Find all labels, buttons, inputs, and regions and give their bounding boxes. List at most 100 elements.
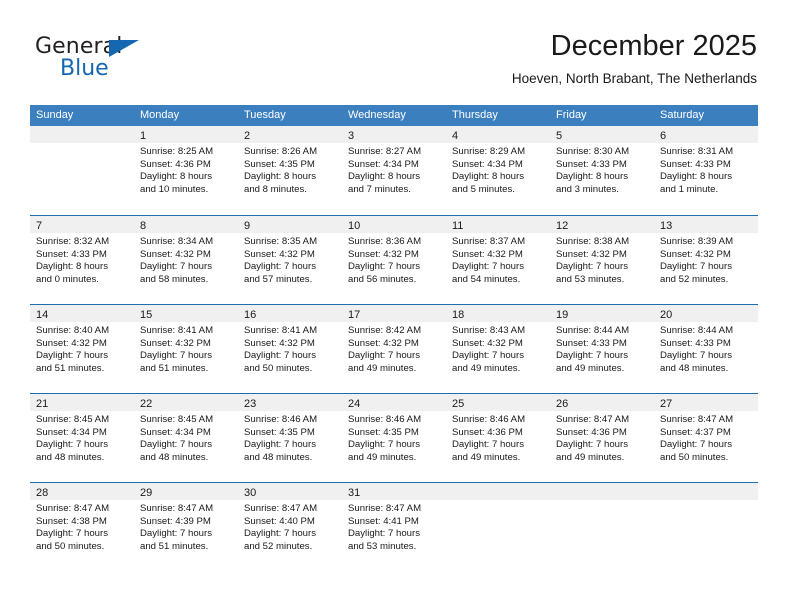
day-detail-line: Daylight: 8 hours <box>348 171 420 183</box>
weekday-header-friday: Friday <box>556 109 587 121</box>
day-detail-line: Daylight: 7 hours <box>244 350 316 362</box>
calendar-day-cell[interactable]: 25 Sunrise: 8:46 AM Sunset: 4:36 PM Dayligh… <box>446 394 550 482</box>
calendar-day-cell[interactable]: 3 Sunrise: 8:27 AM Sunset: 4:34 PM Daylight… <box>342 126 446 215</box>
calendar-day-cell[interactable]: 11 Sunrise: 8:37 AM Sunset: 4:32 PM Dayligh… <box>446 216 550 304</box>
day-detail-line: Sunrise: 8:36 AM <box>348 236 422 247</box>
calendar-weeks: 1 Sunrise: 8:25 AM Sunset: 4:36 PM Daylight… <box>30 126 758 571</box>
day-detail-line: Daylight: 7 hours <box>244 261 316 273</box>
day-details: Sunrise: 8:47 AM Sunset: 4:36 PM Daylight:… <box>550 411 654 464</box>
day-details: Sunrise: 8:46 AM Sunset: 4:36 PM Daylight:… <box>446 411 550 464</box>
day-detail-line: and 48 minutes. <box>36 451 105 463</box>
day-details: Sunrise: 8:30 AM Sunset: 4:33 PM Daylight:… <box>550 143 654 196</box>
calendar-week-row: 1 Sunrise: 8:25 AM Sunset: 4:36 PM Daylight… <box>30 126 758 215</box>
day-detail-line: and 51 minutes. <box>140 362 209 374</box>
calendar-day-cell[interactable]: 20 Sunrise: 8:44 AM Sunset: 4:33 PM Dayligh… <box>654 305 758 393</box>
calendar-week-row: 7 Sunrise: 8:32 AM Sunset: 4:33 PM Daylight… <box>30 215 758 304</box>
day-details: Sunrise: 8:41 AM Sunset: 4:32 PM Daylight:… <box>238 322 342 375</box>
calendar-day-cell[interactable]: 12 Sunrise: 8:38 AM Sunset: 4:32 PM Dayligh… <box>550 216 654 304</box>
day-number-band: 9 <box>238 216 342 233</box>
day-number-band: 20 <box>654 305 758 322</box>
calendar-day-cell[interactable]: 6 Sunrise: 8:31 AM Sunset: 4:33 PM Daylight… <box>654 126 758 215</box>
calendar-day-cell[interactable]: 24 Sunrise: 8:46 AM Sunset: 4:35 PM Dayligh… <box>342 394 446 482</box>
page-subtitle: Hoeven, North Brabant, The Netherlands <box>511 71 757 86</box>
calendar-day-cell[interactable]: 29 Sunrise: 8:47 AM Sunset: 4:39 PM Dayligh… <box>134 483 238 571</box>
day-detail-line: and 52 minutes. <box>660 273 729 285</box>
day-detail-line: and 58 minutes. <box>140 273 209 285</box>
day-detail-line: Daylight: 7 hours <box>36 528 108 540</box>
calendar-day-cell[interactable]: 31 Sunrise: 8:47 AM Sunset: 4:41 PM Dayligh… <box>342 483 446 571</box>
calendar-day-cell[interactable]: 13 Sunrise: 8:39 AM Sunset: 4:32 PM Dayligh… <box>654 216 758 304</box>
day-detail-line: and 49 minutes. <box>348 362 417 374</box>
calendar-day-cell[interactable]: 27 Sunrise: 8:47 AM Sunset: 4:37 PM Dayligh… <box>654 394 758 482</box>
day-detail-line: Sunrise: 8:47 AM <box>244 503 318 514</box>
day-detail-line: Daylight: 7 hours <box>36 439 108 451</box>
day-detail-line: Sunset: 4:33 PM <box>660 337 731 349</box>
day-detail-line: Daylight: 7 hours <box>348 439 420 451</box>
day-detail-line: and 0 minutes. <box>36 273 99 285</box>
calendar-day-cell[interactable]: 4 Sunrise: 8:29 AM Sunset: 4:34 PM Daylight… <box>446 126 550 215</box>
weekday-header-saturday: Saturday <box>660 109 705 121</box>
day-number-band <box>654 483 758 500</box>
day-details: Sunrise: 8:42 AM Sunset: 4:32 PM Daylight:… <box>342 322 446 375</box>
day-detail-line: Sunset: 4:39 PM <box>140 515 211 527</box>
calendar-day-cell[interactable]: 21 Sunrise: 8:45 AM Sunset: 4:34 PM Dayligh… <box>30 394 134 482</box>
calendar-day-cell[interactable]: 18 Sunrise: 8:43 AM Sunset: 4:32 PM Dayligh… <box>446 305 550 393</box>
calendar-day-cell[interactable]: 15 Sunrise: 8:41 AM Sunset: 4:32 PM Dayligh… <box>134 305 238 393</box>
calendar-day-cell[interactable]: 28 Sunrise: 8:47 AM Sunset: 4:38 PM Dayligh… <box>30 483 134 571</box>
day-detail-line: Daylight: 7 hours <box>140 261 212 273</box>
day-details: Sunrise: 8:36 AM Sunset: 4:32 PM Daylight:… <box>342 233 446 286</box>
day-number: 31 <box>348 487 361 499</box>
calendar-day-cell[interactable]: 1 Sunrise: 8:25 AM Sunset: 4:36 PM Daylight… <box>134 126 238 215</box>
calendar-day-cell[interactable]: 17 Sunrise: 8:42 AM Sunset: 4:32 PM Dayligh… <box>342 305 446 393</box>
day-detail-line: Sunset: 4:32 PM <box>556 248 627 260</box>
day-number: 26 <box>556 398 569 410</box>
day-detail-line: Sunset: 4:36 PM <box>556 426 627 438</box>
day-details: Sunrise: 8:47 AM Sunset: 4:37 PM Daylight:… <box>654 411 758 464</box>
day-detail-line: and 54 minutes. <box>452 273 521 285</box>
day-detail-line: Daylight: 7 hours <box>348 261 420 273</box>
day-number: 8 <box>140 220 147 232</box>
day-detail-line: Sunset: 4:34 PM <box>140 426 211 438</box>
day-detail-line: Daylight: 7 hours <box>244 439 316 451</box>
calendar-day-cell[interactable]: 14 Sunrise: 8:40 AM Sunset: 4:32 PM Dayligh… <box>30 305 134 393</box>
day-detail-line: Sunrise: 8:41 AM <box>140 325 214 336</box>
day-number: 15 <box>140 309 153 321</box>
calendar-day-cell[interactable]: 2 Sunrise: 8:26 AM Sunset: 4:35 PM Daylight… <box>238 126 342 215</box>
calendar-day-cell-empty <box>654 483 758 571</box>
calendar-day-cell[interactable]: 10 Sunrise: 8:36 AM Sunset: 4:32 PM Dayligh… <box>342 216 446 304</box>
day-details: Sunrise: 8:32 AM Sunset: 4:33 PM Daylight:… <box>30 233 134 286</box>
day-details: Sunrise: 8:46 AM Sunset: 4:35 PM Daylight:… <box>238 411 342 464</box>
calendar-day-cell[interactable]: 26 Sunrise: 8:47 AM Sunset: 4:36 PM Dayligh… <box>550 394 654 482</box>
calendar-day-cell[interactable]: 5 Sunrise: 8:30 AM Sunset: 4:33 PM Daylight… <box>550 126 654 215</box>
calendar-day-cell[interactable]: 22 Sunrise: 8:45 AM Sunset: 4:34 PM Dayligh… <box>134 394 238 482</box>
calendar-day-cell[interactable]: 16 Sunrise: 8:41 AM Sunset: 4:32 PM Dayligh… <box>238 305 342 393</box>
weekday-header-monday: Monday <box>140 109 180 121</box>
day-number-band: 16 <box>238 305 342 322</box>
day-detail-line: Sunrise: 8:31 AM <box>660 146 734 157</box>
calendar-day-cell[interactable]: 30 Sunrise: 8:47 AM Sunset: 4:40 PM Dayligh… <box>238 483 342 571</box>
calendar-day-cell[interactable]: 9 Sunrise: 8:35 AM Sunset: 4:32 PM Daylight… <box>238 216 342 304</box>
day-detail-line: and 49 minutes. <box>348 451 417 463</box>
day-number-band: 25 <box>446 394 550 411</box>
day-number-band: 22 <box>134 394 238 411</box>
day-detail-line: Sunset: 4:38 PM <box>36 515 107 527</box>
day-detail-line: Daylight: 7 hours <box>348 350 420 362</box>
brand-logo[interactable]: General Blue <box>35 34 235 90</box>
calendar-day-cell[interactable]: 8 Sunrise: 8:34 AM Sunset: 4:32 PM Daylight… <box>134 216 238 304</box>
day-details <box>550 500 654 503</box>
day-detail-line: Sunrise: 8:46 AM <box>452 414 526 425</box>
day-detail-line: Daylight: 8 hours <box>140 171 212 183</box>
day-number: 24 <box>348 398 361 410</box>
day-detail-line: and 10 minutes. <box>140 183 209 195</box>
day-number: 29 <box>140 487 153 499</box>
day-details: Sunrise: 8:37 AM Sunset: 4:32 PM Daylight:… <box>446 233 550 286</box>
day-details: Sunrise: 8:38 AM Sunset: 4:32 PM Daylight:… <box>550 233 654 286</box>
day-detail-line: Sunset: 4:37 PM <box>660 426 731 438</box>
day-number: 30 <box>244 487 257 499</box>
calendar-day-cell[interactable]: 19 Sunrise: 8:44 AM Sunset: 4:33 PM Dayligh… <box>550 305 654 393</box>
calendar-day-cell[interactable]: 7 Sunrise: 8:32 AM Sunset: 4:33 PM Daylight… <box>30 216 134 304</box>
day-number: 21 <box>36 398 49 410</box>
day-number: 2 <box>244 130 251 142</box>
day-number: 9 <box>244 220 251 232</box>
calendar-day-cell[interactable]: 23 Sunrise: 8:46 AM Sunset: 4:35 PM Dayligh… <box>238 394 342 482</box>
